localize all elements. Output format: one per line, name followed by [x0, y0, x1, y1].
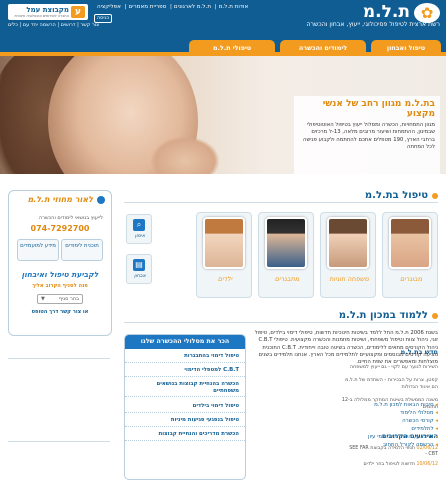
tab-tlm-treatments[interactable]: טיפולי ת.ל.מ	[189, 40, 275, 56]
programs-box: הכר את מסלולי ההכשרה שלנו טיפול דימוי בה…	[124, 334, 246, 480]
hero-banner: בת.ל.מ מגוון רחב של אנשי מקצוע מגוון התמ…	[0, 56, 446, 174]
tile-children[interactable]: ילדים	[196, 212, 252, 298]
program-item[interactable]: הכשרה בהנחיית קבוצות בנושאים משפחתיים	[125, 379, 245, 397]
study-link[interactable]: קורסי הכשרה	[252, 418, 438, 425]
teens-photo	[265, 217, 307, 269]
news-divider	[8, 358, 110, 359]
candidates-info-button[interactable]: מידע למועמדים	[17, 239, 59, 261]
study-link[interactable]: הרצאות, השתלמויות וימי עיון	[252, 434, 438, 441]
info-icon	[97, 196, 105, 204]
hero-title: בת.ל.מ מגוון רחב של אנשי מקצוע	[322, 99, 435, 119]
partner-logo[interactable]: ע מקבוצת עמל החברה לשירותים וטכנולוגיה ח…	[8, 4, 88, 20]
partner-name: מקבוצת עמל	[26, 6, 69, 14]
tile-label: מתבגרים	[274, 275, 300, 283]
partner-badge-icon: ע	[71, 6, 85, 18]
study-text: בשנת 2006 ת.ל.מ החל ללמד בשיטות חינוכיות…	[254, 330, 438, 366]
tile-diagnosis[interactable]: ▤ אבחון	[126, 254, 152, 284]
hero-text: מגוון התמחויות, הכשרה ומסלול ייעוץ בטיפו…	[303, 122, 435, 151]
appointment-heading: לקביעת טיפול ואיבחון	[21, 270, 99, 279]
section-divider	[124, 202, 438, 203]
tile-adults[interactable]: מבוגרים	[382, 212, 438, 298]
study-program-button[interactable]: תוכנית לימודים	[61, 239, 103, 261]
study-link[interactable]: מסלולי הלימוד	[252, 410, 438, 417]
main-nav: טיפול ואבחון לימודים והכשרה טיפולי ת.ל.מ	[0, 40, 446, 56]
site-logo[interactable]: ת.ל.מ	[363, 2, 410, 22]
widget-info-line: לייעוץ בנושאי לימודים והכשרה	[38, 215, 103, 221]
logo-flower-icon[interactable]: ✿	[414, 3, 440, 23]
hero-photo-hand	[150, 136, 220, 174]
small-tile-label: אבחון	[134, 274, 146, 279]
partner-subtitle: החברה לשירותים וטכנולוגיה חינוכית	[14, 14, 69, 18]
section-divider	[124, 322, 438, 323]
programs-header: הכר את מסלולי ההכשרה שלנו	[125, 335, 245, 349]
site-tagline: רשת ארצית לטיפול פסיכולוגי, ייעוץ, אבחון…	[306, 21, 440, 28]
event-date: 10/06/12	[416, 462, 438, 467]
contact-widget: לאור מחוזי ת.ל.מ לייעוץ בנושאי לימודים ו…	[8, 190, 112, 336]
hero-text-box: בת.ל.מ מגוון רחב של אנשי מקצוע מגוון התמ…	[294, 96, 440, 174]
clipboard-icon: ▤	[133, 259, 145, 271]
event-text: חדשות לטיפול בחר ילדים	[363, 462, 415, 467]
family-photo	[327, 217, 369, 269]
section-bullet-icon	[432, 193, 438, 199]
children-photo	[203, 217, 245, 269]
therapy-section-title: טיפול בת.ל.מ	[364, 190, 428, 201]
top-link[interactable]: ת.ל.מ לארגונים	[174, 4, 211, 10]
site-header: ✿ ת.ל.מ רשת ארצית לטיפול פסיכולוגי, ייעו…	[0, 0, 446, 40]
phone-number[interactable]: 074-7292700	[9, 224, 111, 233]
event-item[interactable]: 10/06/12 חדשות לטיפול בחר ילדים	[340, 462, 439, 468]
tile-label: משפחה וזוגיות	[329, 275, 369, 283]
adults-photo	[389, 217, 431, 269]
top-link[interactable]: אפליקציה	[97, 4, 121, 10]
tab-therapy[interactable]: טיפול ואבחון	[371, 40, 441, 56]
top-link[interactable]: אודות ת.ל.מ	[219, 4, 249, 10]
branch-prompt: פנה לסניף הקרוב אליך	[32, 283, 88, 289]
study-link[interactable]: לתלמידים	[252, 426, 438, 433]
program-item[interactable]: C.B.T למטפלי הדימוי	[125, 365, 245, 377]
small-tile-label: אימון	[134, 234, 146, 239]
news-item[interactable]: קפטן, צרות על הבכירות - השתדמ של ת.ל.מ ה…	[340, 377, 438, 390]
contact-form-link[interactable]: או צור קשר דרך הטופס	[9, 309, 111, 315]
tile-label: מבוגרים	[399, 275, 423, 283]
chevron-down-icon: ▼	[41, 296, 45, 302]
graduation-cap-icon	[432, 313, 438, 319]
top-link[interactable]: ספריית מאמרים	[129, 4, 167, 10]
tab-studies[interactable]: לימודים והכשרה	[280, 40, 366, 56]
tile-label: ילדים	[217, 275, 233, 283]
study-link[interactable]: הרשמה לקורל התחוב	[252, 442, 438, 449]
program-item[interactable]: טיפול בנפגעי פגיעות מיניות	[125, 415, 245, 427]
magnifier-icon: ⌕	[133, 219, 145, 231]
tile-teens[interactable]: מתבגרים	[258, 212, 314, 298]
program-item[interactable]: טיפול דימוי בהתבגרות	[125, 351, 245, 363]
events-divider	[8, 441, 110, 442]
program-item[interactable]: טיפול דימוי בילדים	[125, 401, 245, 413]
header-sub-links[interactable]: צור קשר | דרושים | הרשמה יחד עם | כלים	[8, 22, 99, 28]
branch-select[interactable]: בחר סניף ▼	[37, 294, 83, 304]
tile-family[interactable]: משפחה וזוגיות	[320, 212, 376, 298]
branch-select-value: בחר סניף	[58, 296, 79, 302]
top-links: אודות ת.ל.מ| ת.ל.מ לארגונים| ספריית מאמר…	[97, 4, 249, 10]
study-section-title: ללמוד במכון ת.ל.מ	[338, 310, 428, 321]
study-link[interactable]: סיבות הבאות למכון ת.ל.מ	[252, 402, 438, 409]
tile-coaching[interactable]: ⌕ אימון	[126, 214, 152, 244]
program-item[interactable]: הכשרת מדריכים והנחיית קבוצות	[125, 429, 245, 441]
widget-title: לאור מחוזי ת.ל.מ	[27, 195, 93, 204]
